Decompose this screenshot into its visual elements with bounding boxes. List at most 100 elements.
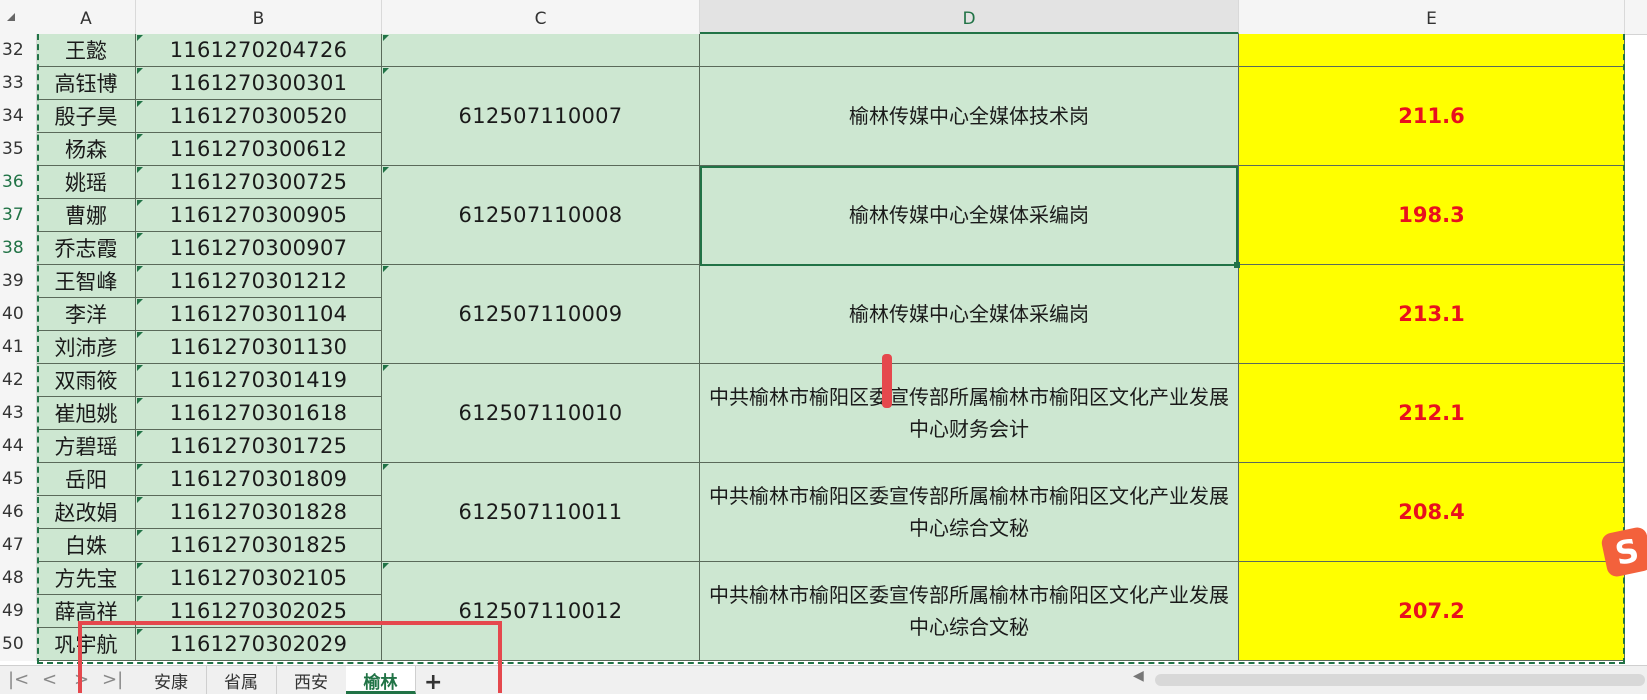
- ticket-number-cell[interactable]: 1161270301130: [136, 331, 382, 364]
- position-code-cell[interactable]: 612507110007: [382, 67, 700, 166]
- ticket-number-cell[interactable]: 1161270300520: [136, 100, 382, 133]
- row-header[interactable]: 48: [0, 562, 37, 595]
- row-header[interactable]: 49: [0, 595, 37, 628]
- row-header[interactable]: 46: [0, 496, 37, 529]
- number-as-text-marker-icon: [137, 497, 143, 503]
- position-name-cell[interactable]: 中共榆林市榆阳区委宣传部所属榆林市榆阳区文化产业发展中心综合文秘: [700, 562, 1239, 661]
- position-code-cell[interactable]: 612507110009: [382, 265, 700, 364]
- score-cell[interactable]: 208.4: [1239, 463, 1625, 562]
- copy-marquee-left: [37, 34, 39, 664]
- number-as-text-marker-icon: [137, 233, 143, 239]
- number-as-text-marker-icon: [137, 167, 143, 173]
- number-as-text-marker-icon: [137, 266, 143, 272]
- name-cell[interactable]: 赵改娟: [37, 496, 136, 529]
- score-cell[interactable]: 212.1: [1239, 364, 1625, 463]
- ticket-number-cell[interactable]: 1161270300905: [136, 199, 382, 232]
- position-name-cell[interactable]: 中共榆林市榆阳区委宣传部所属榆林市榆阳区文化产业发展中心综合文秘: [700, 463, 1239, 562]
- row-header[interactable]: 39: [0, 265, 37, 298]
- row-header[interactable]: 47: [0, 529, 37, 562]
- row-header[interactable]: 35: [0, 133, 37, 166]
- number-as-text-marker-icon: [137, 431, 143, 437]
- horizontal-scrollbar[interactable]: [1155, 674, 1645, 686]
- name-cell[interactable]: 岳阳: [37, 463, 136, 496]
- select-all-icon: [7, 13, 15, 21]
- row-header[interactable]: 42: [0, 364, 37, 397]
- ticket-number-cell[interactable]: 1161270300301: [136, 67, 382, 100]
- first-sheet-icon[interactable]: |<: [8, 666, 29, 694]
- name-cell[interactable]: 王智峰: [37, 265, 136, 298]
- row-header[interactable]: 33: [0, 67, 37, 100]
- position-name-cell[interactable]: 中共榆林市榆阳区委宣传部所属榆林市榆阳区文化产业发展中心财务会计: [700, 364, 1239, 463]
- ticket-number-cell[interactable]: 1161270300725: [136, 166, 382, 199]
- row-header[interactable]: 41: [0, 331, 37, 364]
- number-as-text-marker-icon: [383, 266, 389, 272]
- column-header-b[interactable]: B: [136, 0, 382, 34]
- select-all-corner[interactable]: [0, 0, 38, 35]
- row-header[interactable]: 50: [0, 628, 37, 661]
- annotation-highlight-box: [78, 621, 502, 693]
- row-header[interactable]: 43: [0, 397, 37, 430]
- name-cell[interactable]: 双雨筱: [37, 364, 136, 397]
- ticket-number-cell[interactable]: 1161270302105: [136, 562, 382, 595]
- ticket-number-cell[interactable]: 1161270301104: [136, 298, 382, 331]
- ticket-number-cell[interactable]: 1161270300612: [136, 133, 382, 166]
- score-cell[interactable]: [1239, 34, 1625, 67]
- prev-sheet-icon[interactable]: <: [42, 666, 57, 694]
- name-cell[interactable]: 杨森: [37, 133, 136, 166]
- score-cell[interactable]: 213.1: [1239, 265, 1625, 364]
- score-cell[interactable]: 207.2: [1239, 562, 1625, 661]
- ticket-number-cell[interactable]: 1161270301725: [136, 430, 382, 463]
- position-name-cell[interactable]: 榆林传媒中心全媒体技术岗: [700, 67, 1239, 166]
- position-code-cell[interactable]: [382, 34, 700, 67]
- number-as-text-marker-icon: [137, 464, 143, 470]
- name-cell[interactable]: 高钰博: [37, 67, 136, 100]
- row-header[interactable]: 32: [0, 34, 37, 67]
- number-as-text-marker-icon: [137, 134, 143, 140]
- ticket-number-cell[interactable]: 1161270301828: [136, 496, 382, 529]
- position-name-cell[interactable]: 榆林传媒中心全媒体采编岗: [700, 265, 1239, 364]
- row-header[interactable]: 37: [0, 199, 37, 232]
- ticket-number-cell[interactable]: 1161270301809: [136, 463, 382, 496]
- column-header-a[interactable]: A: [37, 0, 136, 34]
- number-as-text-marker-icon: [137, 530, 143, 536]
- number-as-text-marker-icon: [383, 35, 389, 41]
- ticket-number-cell[interactable]: 1161270301825: [136, 529, 382, 562]
- ticket-number-cell[interactable]: 1161270204726: [136, 34, 382, 67]
- scroll-left-icon[interactable]: ◀: [1133, 668, 1144, 684]
- number-as-text-marker-icon: [137, 35, 143, 41]
- position-code-cell[interactable]: 612507110011: [382, 463, 700, 562]
- column-header-c[interactable]: C: [382, 0, 700, 34]
- ticket-number-cell[interactable]: 1161270301618: [136, 397, 382, 430]
- row-header[interactable]: 38: [0, 232, 37, 265]
- column-header-d[interactable]: D: [700, 0, 1239, 34]
- row-header[interactable]: 36: [0, 166, 37, 199]
- number-as-text-marker-icon: [137, 200, 143, 206]
- name-cell[interactable]: 方先宝: [37, 562, 136, 595]
- name-cell[interactable]: 李洋: [37, 298, 136, 331]
- position-name-cell[interactable]: [700, 34, 1239, 67]
- column-header-e[interactable]: E: [1239, 0, 1625, 34]
- name-cell[interactable]: 曹娜: [37, 199, 136, 232]
- name-cell[interactable]: 方碧瑶: [37, 430, 136, 463]
- row-header[interactable]: 45: [0, 463, 37, 496]
- score-cell[interactable]: 198.3: [1239, 166, 1625, 265]
- ticket-number-cell[interactable]: 1161270301419: [136, 364, 382, 397]
- name-cell[interactable]: 乔志霞: [37, 232, 136, 265]
- ticket-number-cell[interactable]: 1161270300907: [136, 232, 382, 265]
- fill-handle[interactable]: [1234, 262, 1240, 268]
- row-header[interactable]: 40: [0, 298, 37, 331]
- name-cell[interactable]: 崔旭姚: [37, 397, 136, 430]
- name-cell[interactable]: 姚瑶: [37, 166, 136, 199]
- position-code-cell[interactable]: 612507110010: [382, 364, 700, 463]
- number-as-text-marker-icon: [383, 68, 389, 74]
- name-cell[interactable]: 刘沛彦: [37, 331, 136, 364]
- ime-logo-icon[interactable]: S: [1599, 525, 1647, 579]
- ticket-number-cell[interactable]: 1161270301212: [136, 265, 382, 298]
- row-header[interactable]: 44: [0, 430, 37, 463]
- position-code-cell[interactable]: 612507110008: [382, 166, 700, 265]
- name-cell[interactable]: 白姝: [37, 529, 136, 562]
- name-cell[interactable]: 殷子昊: [37, 100, 136, 133]
- row-header[interactable]: 34: [0, 100, 37, 133]
- name-cell[interactable]: 王懿: [37, 34, 136, 67]
- score-cell[interactable]: 211.6: [1239, 67, 1625, 166]
